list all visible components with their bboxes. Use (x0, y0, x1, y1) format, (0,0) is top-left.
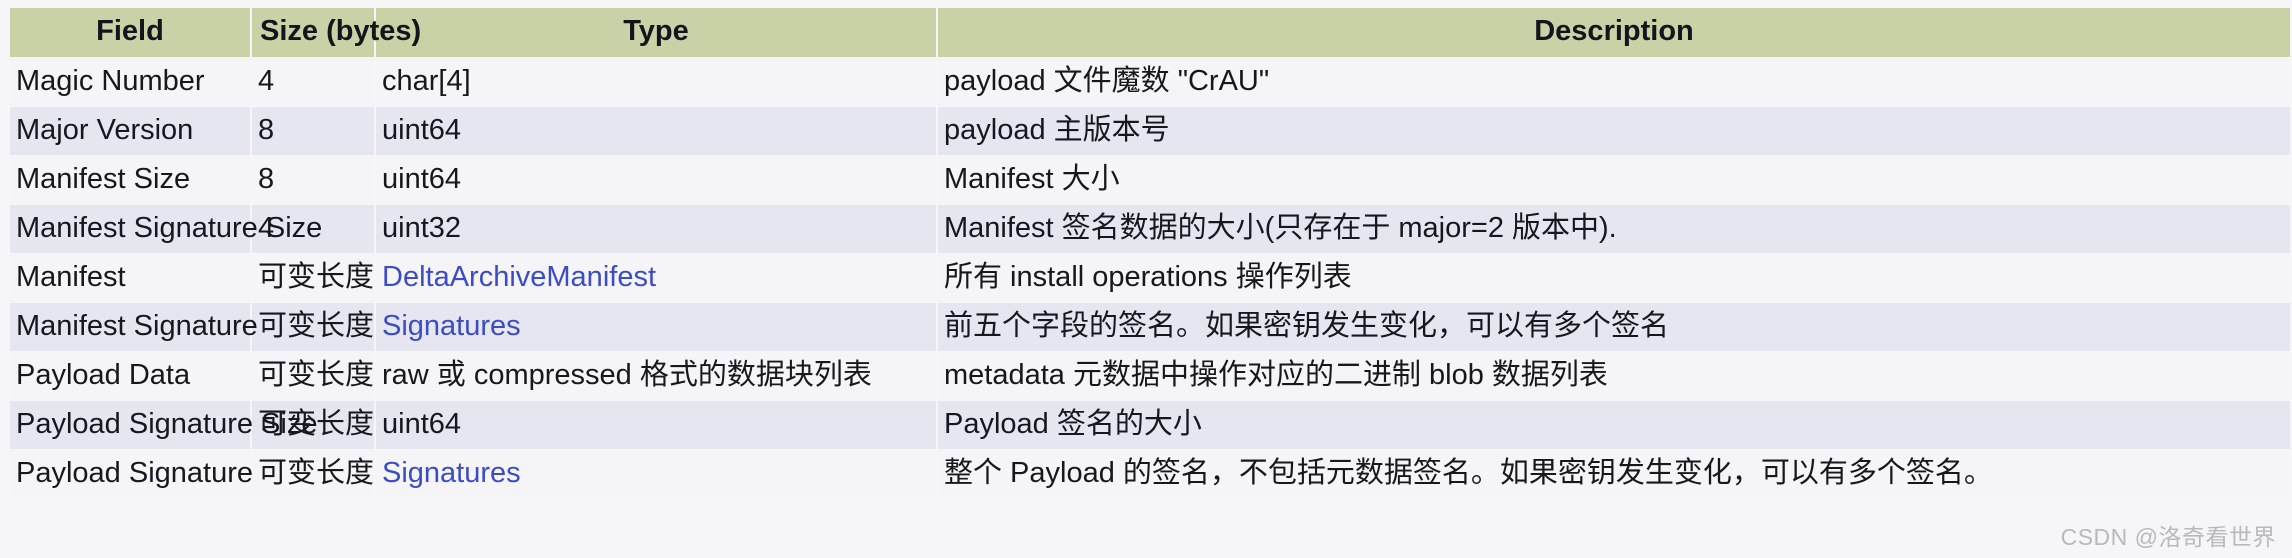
table-cell-type: uint64 (376, 401, 936, 449)
table-row: Payload Data 可变长度 raw 或 compressed 格式的数据块列… (10, 352, 2290, 400)
table-row: Manifest Size 8 uint64 Manifest 大小 (10, 156, 2290, 204)
spec-table-container: Field Size (bytes) Type Description Magic N… (8, 7, 2290, 499)
table-cell-field: Payload Data (10, 352, 250, 400)
table-cell-type: Signatures (376, 303, 936, 351)
table-cell-description: 前五个字段的签名。如果密钥发生变化，可以有多个签名 (938, 303, 2290, 351)
table-cell-type: uint32 (376, 205, 936, 253)
table-cell-field: Major Version (10, 107, 250, 155)
table-cell-size: 可变长度 (252, 401, 374, 449)
table-cell-type: uint64 (376, 156, 936, 204)
table-cell-type: uint64 (376, 107, 936, 155)
table-cell-size: 4 (252, 58, 374, 106)
table-row: Manifest Signature 可变长度 Signatures 前五个字段的签名… (10, 303, 2290, 351)
table-cell-type: char[4] (376, 58, 936, 106)
table-cell-size: 可变长度 (252, 352, 374, 400)
table-cell-field: Magic Number (10, 58, 250, 106)
table-cell-size: 可变长度 (252, 254, 374, 302)
table-cell-type: DeltaArchiveManifest (376, 254, 936, 302)
table-cell-size: 可变长度 (252, 450, 374, 498)
table-cell-size: 8 (252, 156, 374, 204)
table-cell-field: Payload Signature Size (10, 401, 317, 449)
table-header-cell-field: Field (10, 8, 250, 57)
table-cell-description: 所有 install operations 操作列表 (938, 254, 2290, 302)
table-cell-description: payload 主版本号 (938, 107, 2290, 155)
table-header-cell-size: Size (bytes) (252, 8, 421, 57)
table-cell-field: Manifest Signature Size (10, 205, 322, 253)
table-row: Payload Signature Size 可变长度 uint64 Payload … (10, 401, 2290, 449)
table-row: Manifest Signature Size 4 uint32 Manifest 签… (10, 205, 2290, 253)
csdn-watermark: CSDN @洛奇看世界 (2060, 524, 2276, 550)
table-cell-description: 整个 Payload 的签名，不包括元数据签名。如果密钥发生变化，可以有多个签名… (938, 450, 2290, 498)
table-cell-description: metadata 元数据中操作对应的二进制 blob 数据列表 (938, 352, 2290, 400)
table-row: Payload Signature 可变长度 Signatures 整个 Payloa… (10, 450, 2290, 498)
table-row: Magic Number 4 char[4] payload 文件魔数 "CrAU" (10, 58, 2290, 106)
table-cell-description: payload 文件魔数 "CrAU" (938, 58, 2290, 106)
table-header-cell-description: Description (938, 8, 2290, 57)
table-cell-description: Manifest 大小 (938, 156, 2290, 204)
table-cell-description: Payload 签名的大小 (938, 401, 2290, 449)
table-row: Major Version 8 uint64 payload 主版本号 (10, 107, 2290, 155)
table-cell-description: Manifest 签名数据的大小(只存在于 major=2 版本中). (938, 205, 2290, 253)
table-cell-size: 8 (252, 107, 374, 155)
type-link[interactable]: Signatures (382, 310, 521, 342)
table-cell-field: Payload Signature (10, 450, 253, 498)
table-body: Magic Number 4 char[4] payload 文件魔数 "CrAU" M… (10, 58, 2290, 498)
table-cell-field: Manifest Signature (10, 303, 258, 351)
table-cell-field: Manifest Size (10, 156, 250, 204)
table-header: Field Size (bytes) Type Description (10, 8, 2290, 57)
payload-format-table: Field Size (bytes) Type Description Magic N… (8, 7, 2292, 499)
table-header-row: Field Size (bytes) Type Description (10, 8, 2290, 57)
type-link[interactable]: Signatures (382, 457, 521, 489)
table-header-cell-type: Type (376, 8, 936, 57)
table-row: Manifest 可变长度 DeltaArchiveManifest 所有 insta… (10, 254, 2290, 302)
table-cell-size: 可变长度 (252, 303, 374, 351)
table-cell-type: Signatures (376, 450, 936, 498)
table-cell-field: Manifest (10, 254, 250, 302)
table-cell-type: raw 或 compressed 格式的数据块列表 (376, 352, 936, 400)
type-link[interactable]: DeltaArchiveManifest (382, 261, 656, 293)
